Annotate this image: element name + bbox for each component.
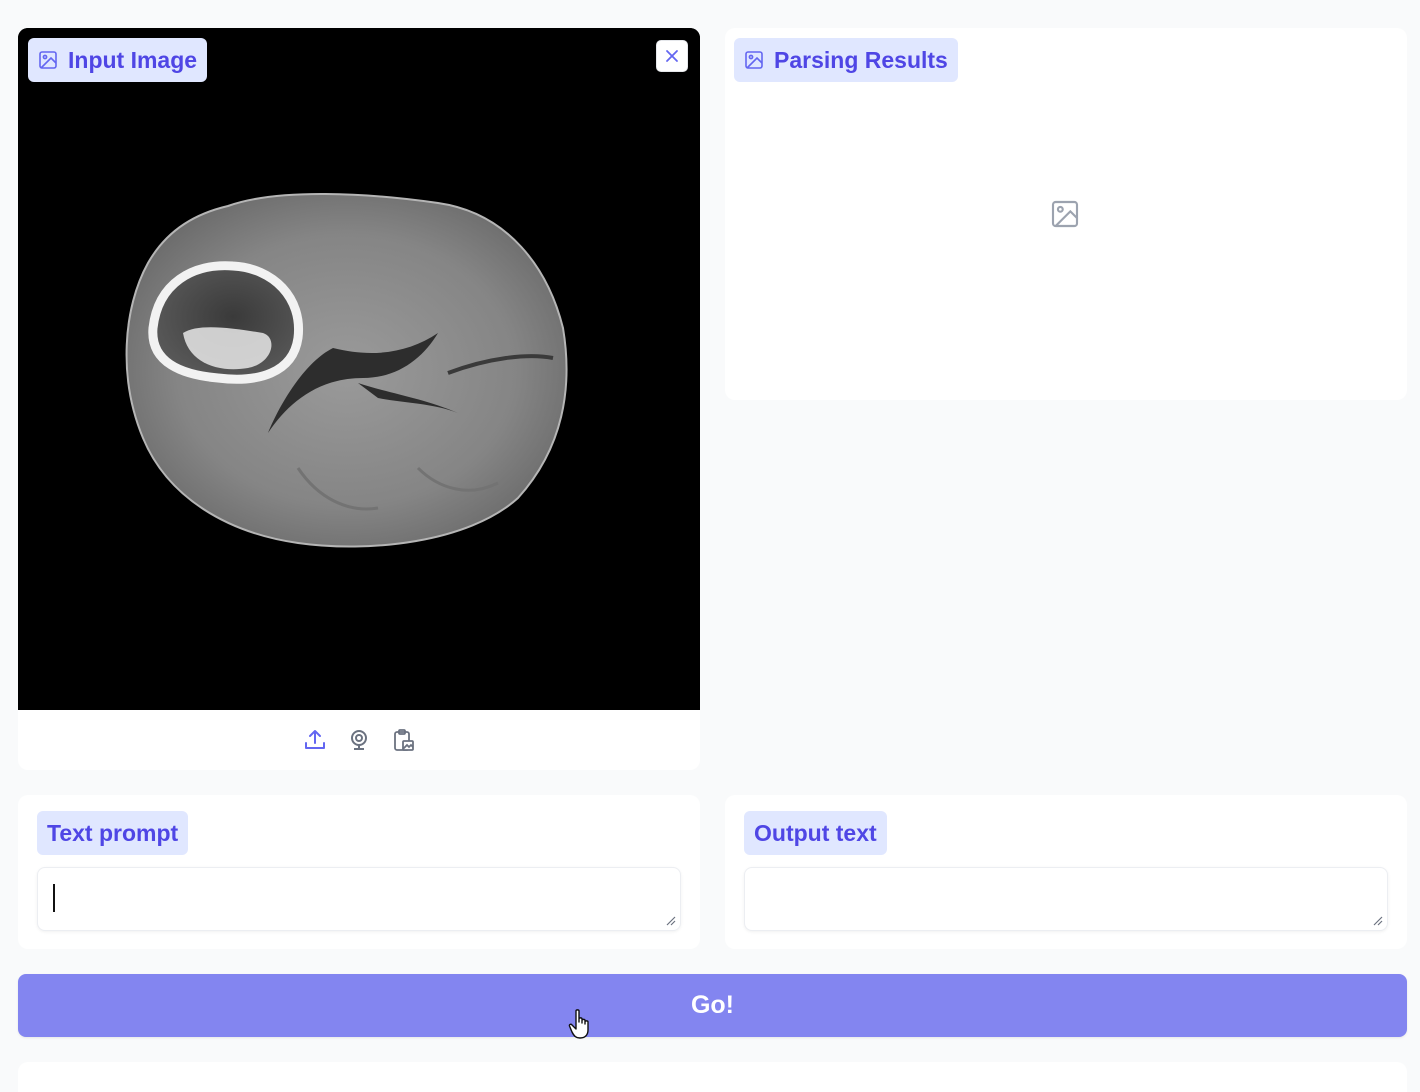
image-source-toolbar	[18, 710, 700, 770]
text-caret	[53, 884, 55, 912]
upload-icon	[303, 728, 327, 752]
output-text-field[interactable]	[744, 867, 1388, 931]
output-text-panel: Output text	[725, 795, 1407, 949]
text-prompt-panel: Text prompt	[18, 795, 700, 949]
webcam-icon	[347, 728, 371, 752]
upload-button[interactable]	[301, 726, 329, 754]
hand-cursor-icon	[568, 1008, 594, 1040]
input-image-panel: Input Image	[18, 28, 700, 770]
input-image-preview[interactable]	[18, 28, 700, 710]
clear-image-button[interactable]	[656, 40, 688, 72]
next-panel-edge	[18, 1062, 1407, 1092]
parsing-results-panel: Parsing Results	[725, 28, 1407, 400]
resize-handle-icon[interactable]	[1373, 916, 1383, 926]
input-image-label: Input Image	[28, 38, 208, 82]
input-image-label-text: Input Image	[68, 46, 198, 73]
parsing-results-label-text: Parsing Results	[774, 46, 948, 73]
brain-mri-image	[18, 28, 700, 710]
image-icon	[38, 50, 58, 70]
text-prompt-label: Text prompt	[37, 811, 189, 855]
empty-image-icon	[1049, 198, 1081, 230]
output-text-label: Output text	[744, 811, 887, 855]
text-prompt-input[interactable]	[37, 867, 681, 931]
close-icon	[665, 49, 679, 63]
clipboard-image-icon	[391, 728, 415, 752]
paste-clipboard-button[interactable]	[389, 726, 417, 754]
resize-handle-icon[interactable]	[666, 916, 676, 926]
parsing-results-label: Parsing Results	[734, 38, 958, 82]
go-button[interactable]: Go!	[18, 974, 1407, 1037]
image-icon	[744, 50, 764, 70]
webcam-button[interactable]	[345, 726, 373, 754]
